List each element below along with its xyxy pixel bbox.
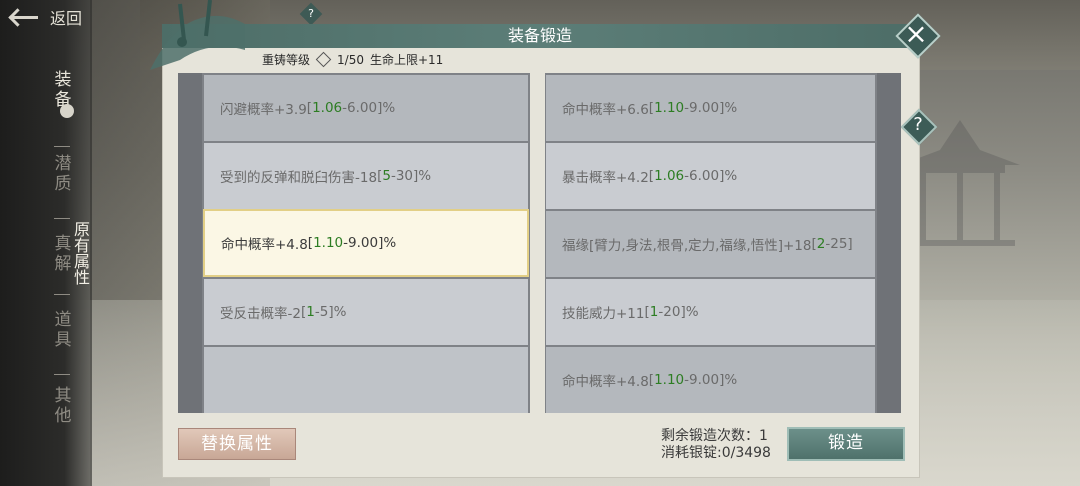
attr-name: 技能威力+11 [562, 306, 645, 322]
divider [54, 294, 70, 295]
attr-suffix: % [685, 304, 699, 320]
left-attr-row-selected[interactable]: 命中概率+4.8[1.10-9.00]% [203, 209, 529, 277]
sidebar-subitem-original-attrs[interactable]: 原有属性 [73, 222, 91, 286]
attr-min: 5 [382, 168, 391, 184]
reforge-value: 1/50 [337, 52, 364, 67]
divider [54, 374, 70, 375]
brush-icon [60, 104, 74, 118]
attr-name: 受到的反弹和脱臼伤害-18 [220, 170, 378, 186]
right-attr-row[interactable]: 命中概率+4.8[1.10-9.00]% [546, 347, 875, 413]
attr-suffix: % [383, 235, 397, 251]
back-arrow-icon [8, 8, 40, 26]
small-help-glyph: ? [308, 7, 314, 20]
attr-max: 6.00 [347, 100, 378, 116]
attr-name: 命中概率+4.8 [562, 374, 649, 390]
attr-max: 9.00 [689, 100, 720, 116]
attr-max: 30 [395, 168, 413, 184]
sidebar-item-truth[interactable]: 真解 [52, 234, 74, 274]
attr-max: 6.00 [689, 168, 720, 184]
small-help-icon[interactable]: ? [299, 2, 323, 26]
reforge-bonus: 生命上限+11 [369, 53, 444, 67]
replace-attrs-button[interactable]: 替换属性 [178, 428, 296, 460]
attr-name: 命中概率+4.8 [221, 237, 308, 253]
attr-name: 受反击概率-2 [220, 306, 301, 322]
panel-title: 装备锻造 [507, 26, 572, 45]
help-button[interactable]: ? [900, 108, 938, 146]
silver-cost: 消耗银锭:0/3498 [661, 445, 771, 461]
attr-min: 1.10 [654, 372, 685, 388]
close-icon: × [904, 17, 928, 50]
forge-info: 剩余锻造次数：1 消耗银锭:0/3498 [661, 428, 771, 462]
reforge-label: 重铸等级 [262, 53, 311, 67]
right-side-strip [877, 73, 901, 413]
attr-name: 闪避概率+3.9 [220, 102, 307, 118]
right-attr-row[interactable]: 福缘[臂力,身法,根骨,定力,福缘,悟性]+18[2-25] [546, 211, 875, 277]
divider [54, 146, 70, 147]
attr-max: 25 [830, 236, 848, 252]
help-icon: ? [913, 114, 923, 135]
attr-suffix: % [333, 304, 347, 320]
right-attr-row[interactable]: 技能威力+11[1-20]% [546, 279, 875, 345]
reforge-level: 重铸等级 1/50 生命上限+11 [262, 51, 443, 68]
sidebar-item-items[interactable]: 道具 [52, 310, 74, 350]
left-attr-row-empty [204, 347, 528, 413]
attr-name: 暴击概率+4.2 [562, 170, 649, 186]
sidebar-item-potential[interactable]: 潜质 [52, 154, 74, 194]
attr-suffix: % [382, 100, 396, 116]
attr-min: 1.06 [654, 168, 685, 184]
right-attr-row[interactable]: 暴击概率+4.2[1.06-6.00]% [546, 143, 875, 209]
attr-min: 1.10 [654, 100, 685, 116]
attr-max: 9.00 [689, 372, 720, 388]
attr-min: 1 [306, 304, 315, 320]
attr-suffix: % [724, 168, 738, 184]
sidebar-item-other[interactable]: 其他 [52, 386, 74, 426]
back-label: 返回 [50, 9, 83, 28]
attr-min: 1.06 [312, 100, 343, 116]
right-attr-row[interactable]: 命中概率+6.6[1.10-9.00]% [546, 75, 875, 141]
attr-min: 1 [649, 304, 659, 320]
left-attr-row[interactable]: 受反击概率-2[1-5]% [204, 279, 528, 345]
level-diamond-icon [315, 51, 332, 68]
attr-suffix: % [724, 372, 738, 388]
forge-button[interactable]: 锻造 [787, 427, 905, 461]
remaining-forges: 剩余锻造次数：1 [661, 428, 768, 444]
attr-min: 1.10 [313, 235, 344, 251]
attr-min: 2 [816, 236, 826, 252]
attr-name: 福缘[臂力,身法,根骨,定力,福缘,悟性]+18 [562, 238, 812, 254]
close-button[interactable]: × [895, 13, 941, 59]
back-button[interactable]: 返回 [8, 6, 100, 28]
attr-suffix: % [418, 168, 432, 184]
left-attr-row[interactable]: 受到的反弹和脱臼伤害-18[5-30]% [204, 143, 528, 209]
attr-max: 5 [319, 304, 329, 320]
attr-suffix: % [724, 100, 738, 116]
attr-max: 9.00 [348, 235, 379, 251]
left-side-strip [178, 73, 202, 413]
attr-name: 命中概率+6.6 [562, 102, 649, 118]
divider [54, 218, 70, 219]
attr-max: 20 [663, 304, 681, 320]
left-attr-row[interactable]: 闪避概率+3.9[1.06-6.00]% [204, 75, 528, 141]
